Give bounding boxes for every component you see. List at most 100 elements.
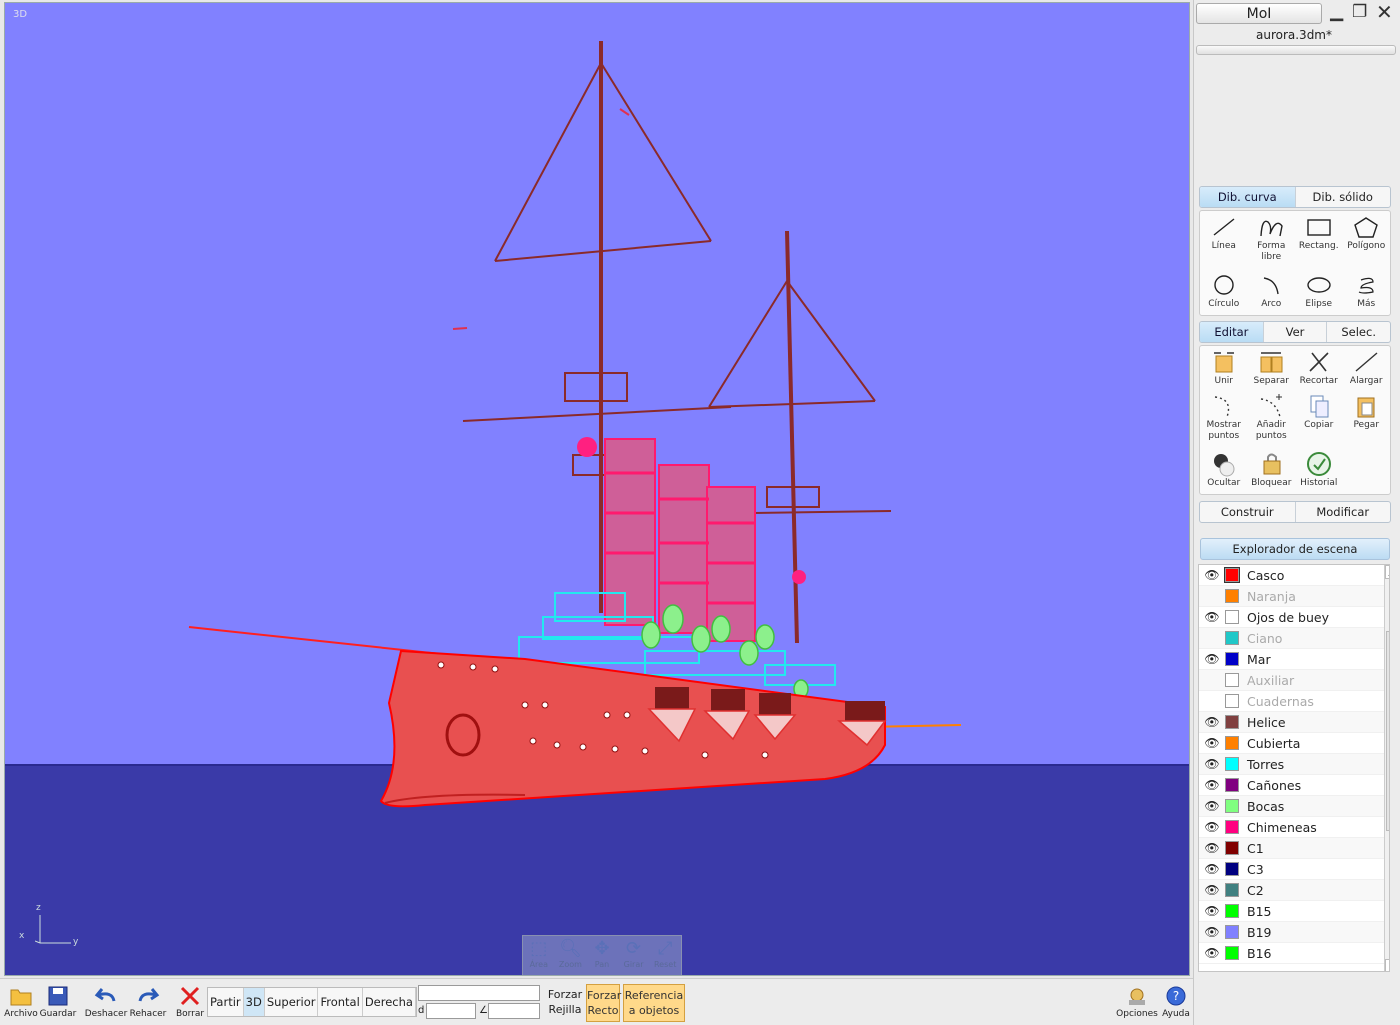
layer-color-swatch[interactable] [1225,862,1239,876]
tool-show-points[interactable]: Mostrar puntos [1200,390,1248,448]
3d-viewport[interactable]: 3D z x y ⬚ Área 🔍︎ Zoom ✥ Pan ⟳ Girar ⤢ Reset [4,2,1190,976]
scene-explorer-header[interactable]: Explorador de escena [1200,538,1390,560]
eye-icon[interactable]: 👁︎ [1199,799,1225,813]
scroll-thumb[interactable] [1386,631,1389,831]
object-snap-toggle[interactable]: Referencia a objetos [623,984,685,1022]
tool-extend[interactable]: Alargar [1343,346,1391,390]
distance-input[interactable] [426,1003,476,1019]
layer-row[interactable]: 👁︎ Ojos de buey [1199,607,1389,628]
layer-row[interactable]: 👁︎ B19 [1199,922,1389,943]
layer-color-swatch[interactable] [1225,589,1239,603]
tab-draw-curve[interactable]: Dib. curva [1200,187,1296,207]
tab-select[interactable]: Selec. [1327,322,1390,342]
layer-row[interactable]: 👁︎ C2 [1199,880,1389,901]
tool-trim[interactable]: Recortar [1295,346,1343,390]
view-front-button[interactable]: Frontal [318,988,363,1016]
view-right-button[interactable]: Derecha [363,988,416,1016]
eye-icon[interactable]: 👁︎ [1199,778,1225,792]
eye-icon[interactable]: 👁︎ [1199,820,1225,834]
eye-icon[interactable]: 👁︎ [1199,736,1225,750]
layer-row[interactable]: 👁︎ Mar [1199,649,1389,670]
layer-row[interactable]: 👁︎ C1 [1199,838,1389,859]
layer-color-swatch[interactable] [1225,652,1239,666]
layer-row[interactable]: 👁︎ Chimeneas [1199,817,1389,838]
layer-row[interactable]: 👁︎ Cañones [1199,775,1389,796]
coordinate-input[interactable] [418,985,540,1001]
nav-rotate-button[interactable]: ⟳ Girar [618,936,650,975]
eye-icon[interactable]: 👁︎ [1199,862,1225,876]
layer-row[interactable]: 👁︎ Torres [1199,754,1389,775]
eye-icon[interactable]: 👁︎ [1199,946,1225,960]
tool-rectangle[interactable]: Rectang. [1295,211,1343,269]
tool-join[interactable]: Unir [1200,346,1248,390]
layer-color-swatch[interactable] [1225,694,1239,708]
layer-color-swatch[interactable] [1224,567,1240,583]
tool-paste[interactable]: Pegar [1343,390,1391,448]
restore-icon[interactable]: ❐ [1352,2,1367,22]
nav-zoom-button[interactable]: 🔍︎ Zoom [555,936,587,975]
tab-modify[interactable]: Modificar [1296,502,1391,522]
tool-polygon[interactable]: Polígono [1343,211,1391,269]
nav-area-button[interactable]: ⬚ Área [523,936,555,975]
minimize-icon[interactable]: ▁ [1330,2,1343,22]
eye-icon[interactable]: 👁︎ [1199,925,1225,939]
layer-row[interactable]: 👁︎ Cubierta [1199,733,1389,754]
tab-edit[interactable]: Editar [1200,322,1264,342]
tool-more[interactable]: Más [1343,269,1391,315]
app-name-button[interactable]: MoI [1196,3,1322,24]
layer-color-swatch[interactable] [1225,715,1239,729]
tab-construct[interactable]: Construir [1200,502,1296,522]
nav-pan-button[interactable]: ✥ Pan [586,936,618,975]
layer-row[interactable]: 👁︎ B16 [1199,943,1389,964]
tool-lock[interactable]: Bloquear [1248,448,1296,492]
file-button[interactable]: Archivo [4,983,38,1019]
scrollbar[interactable]: ▲ ▼ [1384,565,1389,971]
tool-ellipse[interactable]: Elipse [1295,269,1343,315]
layer-row[interactable]: Ciano [1199,628,1389,649]
angle-input[interactable] [488,1003,540,1019]
tool-copy[interactable]: Copiar [1295,390,1343,448]
layer-row[interactable]: 👁︎ Helice [1199,712,1389,733]
layer-color-swatch[interactable] [1225,631,1239,645]
scroll-up-icon[interactable]: ▲ [1385,565,1389,579]
save-button[interactable]: Guardar [40,983,76,1019]
view-top-button[interactable]: Superior [265,988,319,1016]
layer-color-swatch[interactable] [1225,799,1239,813]
layer-color-swatch[interactable] [1225,820,1239,834]
eye-icon[interactable]: 👁︎ [1199,883,1225,897]
layer-color-swatch[interactable] [1225,757,1239,771]
layer-row[interactable]: 👁︎ Casco [1199,565,1389,586]
tab-view[interactable]: Ver [1264,322,1328,342]
grid-snap-toggle[interactable]: Forzar Rejilla [546,987,584,1017]
tool-hide[interactable]: Ocultar [1200,448,1248,492]
tool-line[interactable]: Línea [1200,211,1248,269]
delete-button[interactable]: Borrar [176,983,204,1019]
nav-reset-button[interactable]: ⤢ Reset [649,936,681,975]
close-icon[interactable]: ✕ [1376,2,1393,22]
layer-row[interactable]: 👁︎ Bocas [1199,796,1389,817]
layer-color-swatch[interactable] [1225,673,1239,687]
layer-row[interactable]: 👁︎ C3 [1199,859,1389,880]
layer-color-swatch[interactable] [1225,946,1239,960]
eye-icon[interactable]: 👁︎ [1199,610,1225,624]
eye-icon[interactable]: 👁︎ [1199,652,1225,666]
undo-button[interactable]: Deshacer [84,983,128,1019]
layer-color-swatch[interactable] [1225,883,1239,897]
layer-color-swatch[interactable] [1225,736,1239,750]
eye-icon[interactable]: 👁︎ [1199,841,1225,855]
layer-color-swatch[interactable] [1225,904,1239,918]
tool-arc[interactable]: Arco [1248,269,1296,315]
layer-color-swatch[interactable] [1225,778,1239,792]
tool-freeform[interactable]: Forma libre [1248,211,1296,269]
tab-draw-solid[interactable]: Dib. sólido [1296,187,1391,207]
layer-row[interactable]: 👁︎ B15 [1199,901,1389,922]
tool-add-points[interactable]: Añadir puntos [1248,390,1296,448]
straight-snap-toggle[interactable]: Forzar Recto [586,984,621,1022]
layer-color-swatch[interactable] [1225,841,1239,855]
view-3d-button[interactable]: 3D [243,988,265,1016]
layer-row[interactable]: Auxiliar [1199,670,1389,691]
tool-separate[interactable]: Separar [1248,346,1296,390]
redo-button[interactable]: Rehacer [128,983,168,1019]
layer-row[interactable]: Naranja [1199,586,1389,607]
layer-color-swatch[interactable] [1225,610,1239,624]
